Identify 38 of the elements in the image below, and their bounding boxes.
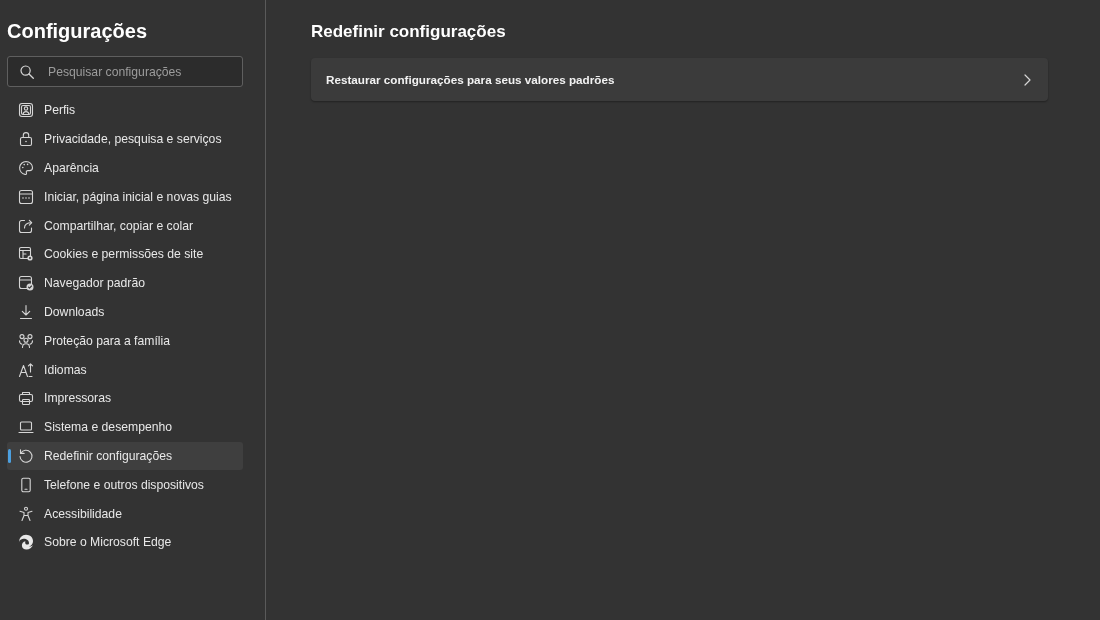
logo-icon — [18, 534, 34, 551]
laptop-icon — [18, 419, 34, 436]
settings-row[interactable]: Restaurar configurações para seus valores padrões — [311, 58, 1048, 101]
lock-icon — [18, 131, 34, 148]
sidebar-item[interactable]: Acessibilidade — [7, 499, 243, 528]
sidebar-item[interactable]: Iniciar, página inicial e novas guias — [7, 182, 243, 212]
sidebar-item[interactable]: Sobre o Microsoft Edge — [7, 527, 243, 557]
phone-icon — [18, 476, 34, 493]
page-title: Configurações — [7, 19, 149, 44]
sidebar-item[interactable]: Telefone e outros dispositivos — [7, 470, 243, 500]
profile-icon — [18, 102, 34, 119]
sidebar-item[interactable]: Perfis — [7, 96, 243, 125]
share-icon — [18, 217, 34, 234]
sidebar-item[interactable]: Sistema e desempenho — [7, 412, 243, 442]
printer-icon — [18, 390, 34, 407]
sidebar-item[interactable]: Downloads — [7, 297, 243, 327]
sidebar-item[interactable]: Proteção para a família — [7, 326, 243, 356]
sidebar-item[interactable]: Privacidade, pesquisa e serviços — [7, 124, 243, 154]
search-field[interactable]: Pesquisar configurações — [7, 56, 243, 87]
language-icon — [18, 361, 34, 378]
chevron-right-icon — [1024, 73, 1031, 86]
sidebar-item[interactable]: Navegador padrão — [7, 268, 243, 298]
palette-icon — [18, 160, 34, 176]
sidebar-item[interactable]: Aparência — [7, 153, 243, 183]
search-icon — [20, 64, 34, 79]
browser-check-icon — [18, 275, 34, 292]
reset-icon — [18, 447, 34, 464]
family-icon — [18, 332, 34, 349]
sidebar-item[interactable]: Redefinir configurações — [7, 441, 243, 471]
sidebar-item[interactable]: Compartilhar, copiar e colar — [7, 211, 243, 240]
grid-gear-icon — [18, 246, 34, 263]
sidebar-item[interactable]: Impressoras — [7, 383, 243, 413]
section-heading: Redefinir configurações — [311, 21, 506, 43]
accessibility-icon — [18, 505, 34, 522]
sidebar-item[interactable]: Idiomas — [7, 355, 243, 384]
sidebar-item[interactable]: Cookies e permissões de site — [7, 240, 243, 269]
window-icon — [18, 188, 34, 205]
download-icon — [18, 303, 34, 320]
